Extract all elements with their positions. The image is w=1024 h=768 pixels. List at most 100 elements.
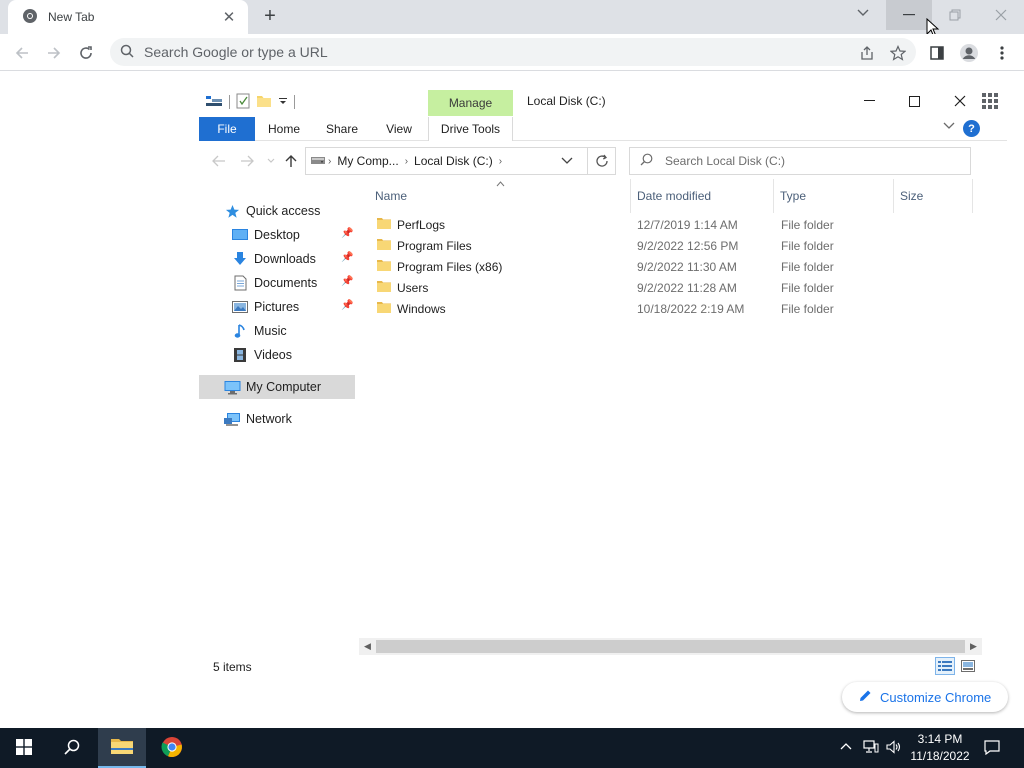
file-name: Program Files bbox=[397, 239, 472, 253]
nav-label: Videos bbox=[254, 348, 292, 362]
explorer-back-icon[interactable] bbox=[209, 152, 229, 170]
tab-new-tab[interactable]: New Tab ✕ bbox=[8, 0, 248, 34]
details-view-icon[interactable] bbox=[935, 657, 955, 675]
ribbon-expand-chevron-icon[interactable] bbox=[943, 122, 955, 133]
column-header-date-modified[interactable]: Date modified bbox=[631, 179, 774, 213]
nav-item-pictures[interactable]: Pictures 📌 bbox=[199, 295, 355, 319]
explorer-close-button[interactable] bbox=[945, 90, 975, 112]
chrome-logo-icon bbox=[161, 736, 183, 761]
file-row[interactable]: Windows 10/18/2022 2:19 AM File folder bbox=[369, 298, 969, 319]
help-icon[interactable]: ? bbox=[963, 120, 980, 137]
start-button[interactable] bbox=[0, 728, 48, 768]
show-hidden-icons-chevron-icon[interactable] bbox=[840, 740, 852, 754]
column-header-name[interactable]: Name bbox=[369, 179, 631, 213]
nav-item-desktop[interactable]: Desktop 📌 bbox=[199, 223, 355, 247]
explorer-minimize-button[interactable] bbox=[854, 90, 884, 112]
file-date: 10/18/2022 2:19 AM bbox=[637, 302, 745, 316]
network-tray-icon[interactable] bbox=[863, 740, 879, 757]
file-row[interactable]: Program Files (x86) 9/2/2022 11:30 AM Fi… bbox=[369, 256, 969, 277]
file-date: 9/2/2022 11:28 AM bbox=[637, 281, 737, 295]
chrome-tab-strip: New Tab ✕ + bbox=[0, 0, 1024, 34]
scroll-right-arrow-icon[interactable]: ▶ bbox=[965, 638, 982, 655]
qat-separator bbox=[229, 95, 230, 109]
file-row[interactable]: Users 9/2/2022 11:28 AM File folder bbox=[369, 277, 969, 298]
scroll-left-arrow-icon[interactable]: ◀ bbox=[359, 638, 376, 655]
refresh-icon[interactable] bbox=[588, 147, 616, 175]
nav-my-computer[interactable]: My Computer bbox=[199, 375, 355, 399]
breadcrumb-local-disk[interactable]: Local Disk (C:) bbox=[414, 154, 493, 168]
folder-icon bbox=[377, 216, 391, 233]
tab-search-chevron-icon[interactable] bbox=[852, 6, 874, 26]
nav-item-videos[interactable]: Videos bbox=[199, 343, 355, 367]
file-row[interactable]: PerfLogs 12/7/2019 1:14 AM File folder bbox=[369, 214, 969, 235]
ribbon-tab-view[interactable]: View bbox=[379, 117, 419, 141]
file-row[interactable]: Program Files 9/2/2022 12:56 PM File fol… bbox=[369, 235, 969, 256]
checkmark-properties-icon[interactable] bbox=[236, 93, 250, 112]
address-dropdown-icon[interactable] bbox=[561, 154, 573, 168]
taskbar-chrome[interactable] bbox=[148, 728, 196, 768]
volume-icon[interactable] bbox=[886, 740, 902, 757]
share-icon[interactable] bbox=[858, 44, 876, 62]
breadcrumb-separator-icon[interactable]: › bbox=[328, 156, 331, 167]
ribbon-tab-share[interactable]: Share bbox=[321, 117, 363, 141]
search-icon bbox=[64, 739, 80, 758]
profile-avatar-icon[interactable] bbox=[956, 40, 982, 66]
omnibox[interactable] bbox=[110, 38, 916, 66]
file-date: 12/7/2019 1:14 AM bbox=[637, 218, 738, 232]
explorer-forward-icon[interactable] bbox=[237, 152, 257, 170]
pin-icon[interactable]: 📌 bbox=[341, 228, 353, 239]
ribbon-tab-manage[interactable]: Manage bbox=[428, 90, 513, 116]
breadcrumb-separator-icon[interactable]: › bbox=[499, 156, 502, 167]
new-folder-icon[interactable] bbox=[256, 93, 272, 112]
taskbar-file-explorer[interactable] bbox=[98, 728, 146, 768]
horizontal-scrollbar[interactable]: ◀ ▶ bbox=[359, 638, 982, 655]
nav-item-documents[interactable]: Documents 📌 bbox=[199, 271, 355, 295]
pin-icon[interactable]: 📌 bbox=[341, 252, 353, 263]
pin-icon[interactable]: 📌 bbox=[341, 300, 353, 311]
reload-button[interactable] bbox=[73, 40, 99, 66]
nav-item-music[interactable]: Music bbox=[199, 319, 355, 343]
file-date: 9/2/2022 11:30 AM bbox=[637, 260, 737, 274]
bookmark-star-icon[interactable] bbox=[889, 44, 907, 62]
nav-network[interactable]: Network bbox=[199, 407, 355, 431]
ribbon-tab-home[interactable]: Home bbox=[263, 117, 305, 141]
properties-icon[interactable] bbox=[205, 94, 223, 111]
nav-item-downloads[interactable]: Downloads 📌 bbox=[199, 247, 355, 271]
chrome-menu-icon[interactable] bbox=[989, 40, 1015, 66]
nav-label: Pictures bbox=[254, 300, 300, 314]
ribbon-tab-file[interactable]: File bbox=[199, 117, 255, 141]
tab-close-icon[interactable]: ✕ bbox=[220, 8, 238, 26]
forward-button[interactable] bbox=[41, 40, 67, 66]
qat-separator-2 bbox=[294, 95, 295, 109]
taskbar-search-button[interactable] bbox=[48, 728, 96, 768]
up-arrow-icon[interactable] bbox=[281, 152, 301, 170]
explorer-search-box[interactable] bbox=[629, 147, 971, 175]
customize-chrome-button[interactable]: Customize Chrome bbox=[842, 682, 1008, 712]
explorer-search-input[interactable] bbox=[665, 154, 955, 168]
column-header-size[interactable]: Size bbox=[894, 179, 973, 213]
column-header-type[interactable]: Type bbox=[774, 179, 894, 213]
taskbar-clock[interactable]: 3:14 PM 11/18/2022 bbox=[908, 731, 972, 765]
large-icons-view-icon[interactable] bbox=[958, 657, 978, 675]
file-name: Users bbox=[397, 281, 429, 295]
qat-dropdown-icon[interactable] bbox=[278, 95, 288, 109]
breadcrumb-my-computer[interactable]: My Comp... bbox=[337, 154, 398, 168]
new-tab-button[interactable]: + bbox=[258, 4, 282, 28]
omnibox-input[interactable] bbox=[144, 44, 824, 60]
nav-quick-access[interactable]: Quick access bbox=[199, 199, 355, 223]
clock-time: 3:14 PM bbox=[917, 732, 963, 746]
breadcrumb-separator-icon[interactable]: › bbox=[405, 156, 408, 167]
apps-grid-icon[interactable] bbox=[982, 93, 998, 112]
recent-locations-chevron-icon[interactable] bbox=[261, 152, 281, 170]
address-bar[interactable]: › My Comp... › Local Disk (C:) › bbox=[305, 147, 588, 175]
scrollbar-thumb[interactable] bbox=[376, 640, 965, 653]
browser-close-button[interactable] bbox=[978, 0, 1024, 30]
ribbon-tab-drive-tools[interactable]: Drive Tools bbox=[428, 117, 513, 141]
file-type: File folder bbox=[781, 260, 834, 274]
back-button[interactable] bbox=[9, 40, 35, 66]
pin-icon[interactable]: 📌 bbox=[341, 276, 353, 287]
file-type: File folder bbox=[781, 239, 834, 253]
explorer-maximize-button[interactable] bbox=[899, 90, 929, 112]
side-panel-icon[interactable] bbox=[924, 40, 950, 66]
notification-center-icon[interactable] bbox=[984, 739, 1000, 758]
